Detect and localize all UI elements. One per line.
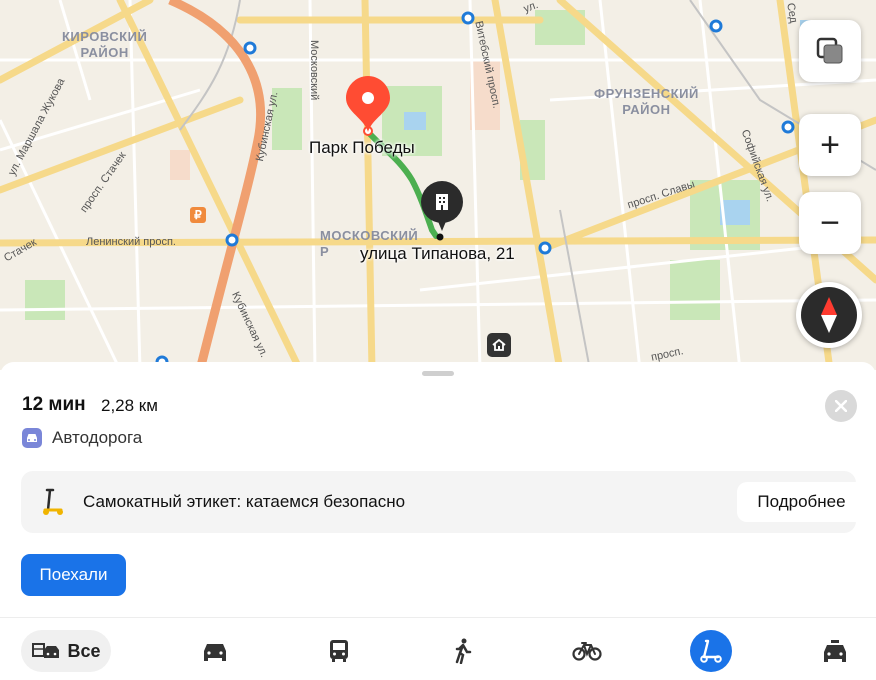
taxi-icon [824, 640, 846, 662]
street-label-leninsky: Ленинский просп. [86, 236, 176, 248]
mode-all-label: Все [67, 640, 101, 661]
bus-icon [330, 640, 348, 662]
mode-car-button[interactable] [200, 630, 230, 672]
start-poi-label: Парк Победы [309, 138, 415, 157]
road-type-label: Автодорога [52, 428, 143, 447]
mode-pedestrian-button[interactable] [450, 630, 476, 672]
car-road-icon [22, 428, 42, 448]
mode-bicycle-button[interactable] [572, 630, 602, 672]
scooter-icon [700, 639, 722, 663]
district-label-frunzensky: ФРУНЗЕНСКИЙ РАЙОН [594, 86, 699, 117]
mode-all-button[interactable]: Все [21, 630, 111, 672]
all-modes-icon [32, 643, 60, 658]
compass-button[interactable] [796, 282, 862, 348]
mode-taxi-button[interactable] [820, 630, 850, 672]
promo-card[interactable]: Самокатный этикет: катаемся безопасно По… [21, 471, 866, 533]
sheet-grab-handle[interactable] [422, 371, 454, 376]
compass-icon [801, 287, 857, 343]
route-time: 12 мин [22, 394, 86, 415]
building-pin-icon[interactable] [421, 181, 463, 242]
layers-button[interactable] [799, 20, 861, 82]
transport-mode-bar: Все [0, 620, 876, 680]
bank-poi-icon[interactable]: ₽ [190, 207, 206, 223]
more-button[interactable]: Подробнее [737, 482, 866, 522]
street-label-moskovsky: Московский [308, 40, 320, 101]
layers-icon [816, 37, 843, 64]
district-label-kirovsky: КИРОВСКИЙ РАЙОН [62, 29, 148, 60]
mode-scooter-button[interactable] [690, 630, 732, 672]
zoom-out-button[interactable]: − [799, 192, 861, 254]
scooter-promo-icon [39, 488, 65, 521]
close-button[interactable] [825, 390, 857, 422]
close-icon [835, 400, 847, 412]
zoom-in-label: + [820, 125, 840, 164]
road-type-row: Автодорога [22, 428, 142, 448]
car-icon [204, 644, 226, 661]
pedestrian-icon [455, 638, 472, 664]
zoom-out-label: − [820, 203, 840, 242]
home-icon[interactable] [487, 333, 511, 357]
mode-bus-button[interactable] [324, 630, 354, 672]
map-view[interactable]: КИРОВСКИЙ РАЙОН ФРУНЗЕНСКИЙ РАЙОН МОСКОВ… [0, 0, 876, 370]
bicycle-icon [572, 642, 602, 661]
zoom-in-button[interactable]: + [799, 114, 861, 176]
start-pin-icon[interactable] [346, 76, 390, 137]
end-poi-label: улица Типанова, 21 [360, 244, 515, 263]
divider [0, 617, 876, 618]
route-distance: 2,28 км [101, 396, 158, 415]
promo-text: Самокатный этикет: катаемся безопасно [83, 492, 406, 511]
go-button[interactable]: Поехали [21, 554, 126, 596]
route-sheet: 12 мин 2,28 км Автодорога Самокатный эти… [0, 362, 876, 680]
